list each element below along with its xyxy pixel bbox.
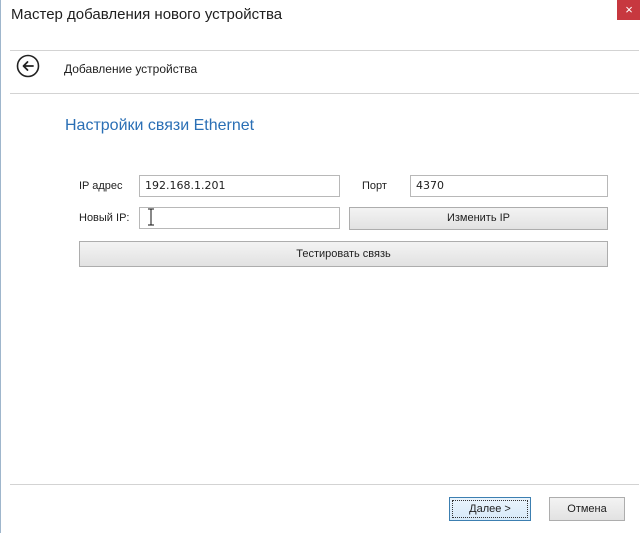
new-ip-input[interactable] <box>139 207 340 229</box>
change-ip-button[interactable]: Изменить IP <box>349 207 608 230</box>
cancel-button[interactable]: Отмена <box>549 497 625 521</box>
wizard-step-title: Добавление устройства <box>64 62 198 76</box>
close-icon: × <box>625 2 633 17</box>
footer-divider <box>10 484 639 485</box>
ip-address-label: IP адрес <box>79 180 123 192</box>
title-bar: Мастер добавления нового устройства × <box>1 0 640 30</box>
section-title: Настройки связи Ethernet <box>65 117 255 134</box>
port-label: Порт <box>362 180 387 192</box>
port-input[interactable]: 4370 <box>410 175 608 197</box>
ip-address-input[interactable]: 192.168.1.201 <box>139 175 340 197</box>
next-button-label: Далее > <box>452 500 528 518</box>
wizard-window: Мастер добавления нового устройства × До… <box>0 0 640 533</box>
back-arrow-icon <box>16 54 40 78</box>
next-button[interactable]: Далее > <box>449 497 531 521</box>
window-title: Мастер добавления нового устройства <box>11 6 283 23</box>
text-cursor-icon <box>148 208 154 226</box>
back-button[interactable] <box>16 54 40 78</box>
new-ip-label: Новый IP: <box>79 212 130 224</box>
test-connection-button[interactable]: Тестировать связь <box>79 241 608 267</box>
close-button[interactable]: × <box>617 0 640 20</box>
